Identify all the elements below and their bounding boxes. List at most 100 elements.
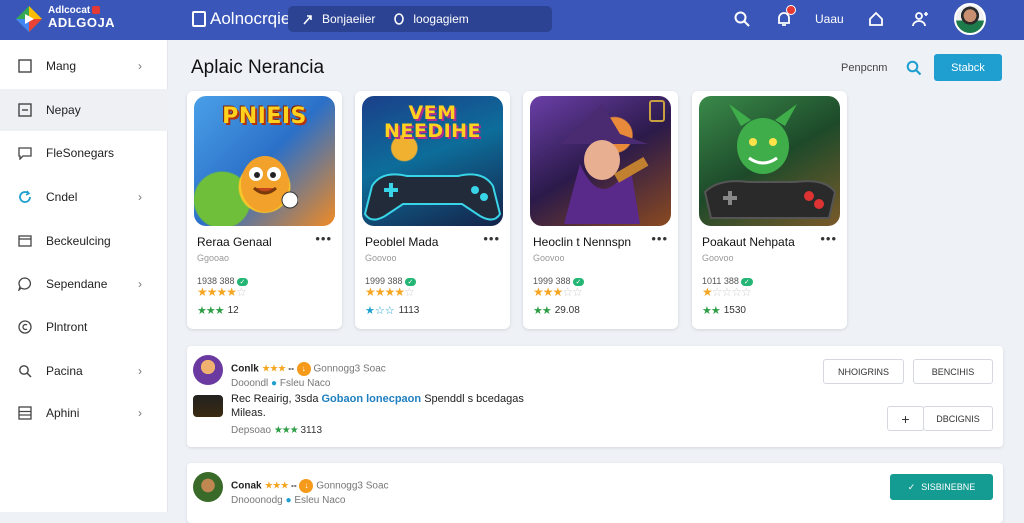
game-name: Reraa Genaal (197, 235, 272, 249)
game-card[interactable]: PNIEIS Reraa Genaal ••• Ggooao 1938 388 ✓… (187, 91, 342, 329)
sidebar-item-sepandane[interactable]: Sependane › (0, 263, 168, 305)
brand-name[interactable]: Adlcocat ADLGOJA (48, 6, 116, 30)
item-button-3[interactable]: DBCIGNIS (923, 406, 993, 431)
list-item[interactable]: Conlk ★★★ ▪▪ ↓ Gonnogg3 Soac Dooondl ● F… (187, 346, 1003, 447)
game-art-title: VEM NEEDIHE (383, 102, 482, 142)
search-segment-1-label: Bonjaeiier (322, 12, 376, 26)
window-icon (17, 233, 33, 249)
game-art[interactable]: PNIEIS (194, 96, 335, 226)
search-segment-1[interactable]: Bonjaeiier (302, 12, 375, 26)
game-bottom-row: ★★ 29.08 (533, 304, 580, 317)
user-add-icon[interactable] (909, 8, 931, 30)
sidebar-item-pacina[interactable]: Pacina › (0, 350, 168, 392)
sidebar-item-plntront[interactable]: Plntront (0, 306, 168, 348)
item-button-1[interactable]: NHOIGRINS (823, 359, 904, 384)
search-segment-2[interactable]: loogagiem (393, 12, 469, 26)
monster-illustration (703, 104, 837, 219)
circle-c-icon (17, 319, 33, 335)
sidebar-item-label: Aphini (46, 406, 80, 420)
sidebar-item-label: Cndel (46, 190, 78, 204)
game-art[interactable] (699, 96, 840, 226)
list-item[interactable]: Conak ★★★ ▪▪ ↓ Gonnogg3 Soac Dnooonodg ●… (187, 463, 1003, 523)
sidebar-item-label: Plntront (46, 320, 88, 334)
ring-icon (394, 13, 405, 25)
sidebar-item-beckeulcing[interactable]: Beckeulcing (0, 220, 168, 262)
search-segment-2-label: loogagiem (413, 12, 469, 26)
tag-icon: ▪▪ (291, 481, 297, 491)
item-sub2: Esleu Naco (294, 495, 346, 506)
app-title-text: Aolnocrqiel (210, 9, 295, 28)
rating-stars: ★★★☆☆ (533, 285, 583, 299)
blue-stars: ★☆☆ (365, 305, 395, 317)
item-name: Conlk (231, 363, 259, 375)
item-desc-b: Spenddl s bcedagas (424, 393, 524, 405)
item-subline: Dnooonodg ● Esleu Naco (231, 495, 345, 506)
game-subtitle: Goovoo (365, 253, 397, 263)
app-title[interactable]: Aolnocrqiel (192, 9, 294, 29)
brand-line2: ADLGOJA (48, 15, 116, 30)
rating-stars: ★★★★☆ (365, 285, 415, 299)
bell-icon[interactable] (773, 5, 796, 30)
section-title: Aplaic Nerancia (191, 57, 325, 78)
user-text[interactable]: Uaau (815, 12, 844, 26)
search-icon (17, 363, 33, 379)
grid-icon (17, 405, 33, 421)
chevron-right-icon: › (138, 406, 142, 420)
item-thumbnail (193, 395, 223, 417)
sidebar-item-cndel[interactable]: Cndel › (0, 176, 168, 218)
sidebar-item-nepay[interactable]: Nepay (0, 89, 168, 131)
home-icon[interactable] (865, 8, 887, 30)
item-subline: Dooondl ● Fsleu Naco (231, 378, 330, 389)
chat-icon (17, 145, 33, 161)
sidebar-item-flesonegars[interactable]: FleSonegars (0, 132, 168, 174)
game-card[interactable]: Poakaut Nehpata ••• Goovoo 1011 388 ✓ ★☆☆… (692, 91, 847, 329)
install-button-label: SISBINEBNE (921, 482, 976, 492)
game-art[interactable] (530, 96, 671, 226)
game-bottom-row: ★★★ 12 (197, 304, 239, 317)
item-avatar (193, 355, 223, 385)
gamepad-illustration (363, 173, 502, 221)
more-options-icon[interactable]: ••• (651, 231, 668, 246)
sidebar-item-aphini[interactable]: Aphini › (0, 392, 168, 434)
item-footer: Depsoao ★★★ 3113 (231, 425, 322, 436)
refresh-icon (17, 189, 33, 205)
avatar[interactable] (954, 3, 986, 35)
game-card[interactable]: VEM NEEDIHE Peoblel Mada ••• Goovoo 1999… (355, 91, 510, 329)
item-button-2[interactable]: BENCIHIS (913, 359, 993, 384)
game-bottom-value: 1113 (398, 305, 420, 316)
sidebar-item-mang[interactable]: Mang › (0, 45, 168, 87)
person-icon (303, 15, 312, 25)
game-art-title: PNIEIS (222, 104, 307, 129)
search-icon[interactable] (731, 8, 753, 30)
app-logo-icon (16, 6, 42, 32)
green-stars: ★★★ (197, 305, 225, 317)
game-art[interactable]: VEM NEEDIHE (362, 96, 503, 226)
more-options-icon[interactable]: ••• (483, 231, 500, 246)
sidebar-item-label: Nepay (46, 103, 81, 117)
game-card[interactable]: Heoclin t Nennspn ••• Goovoo 1999 388 ✓ ★… (523, 91, 678, 329)
add-button[interactable]: + (887, 406, 924, 431)
sidebar: Mang › Nepay FleSonegars Cndel › Beckeul… (0, 40, 168, 512)
header-link[interactable]: Penpcnm (841, 62, 887, 74)
item-meta: Gonnogg3 Soac (313, 363, 386, 375)
top-search-bar[interactable]: Bonjaeiier loogagiem (288, 6, 552, 32)
minus-square-icon (17, 102, 33, 118)
game-name: Peoblel Mada (365, 235, 439, 249)
sidebar-item-label: FleSonegars (46, 146, 115, 160)
search-icon[interactable] (905, 59, 923, 77)
more-options-icon[interactable]: ••• (820, 231, 837, 246)
more-options-icon[interactable]: ••• (315, 231, 332, 246)
install-button[interactable]: ✓ SISBINEBNE (890, 474, 993, 500)
item-header-row: Conak ★★★ ▪▪ ↓ Gonnogg3 Soac (231, 479, 389, 493)
game-subtitle: Ggooao (197, 253, 230, 263)
tag-icon: ▪▪ (288, 364, 294, 374)
header-action-button[interactable]: Stabck (934, 54, 1002, 81)
green-stars: ★★ (702, 305, 721, 317)
top-bar: Adlcocat ADLGOJA Aolnocrqiel Bonjaeiier … (0, 0, 1024, 40)
item-desc-link[interactable]: Gobaon lonecpaon (322, 393, 422, 405)
rating-stars: ★★★ (261, 363, 287, 375)
square-icon (17, 58, 33, 74)
chevron-right-icon: › (138, 277, 142, 291)
sidebar-item-label: Sependane (46, 277, 108, 291)
item-sub1: Dooondl (231, 378, 269, 389)
